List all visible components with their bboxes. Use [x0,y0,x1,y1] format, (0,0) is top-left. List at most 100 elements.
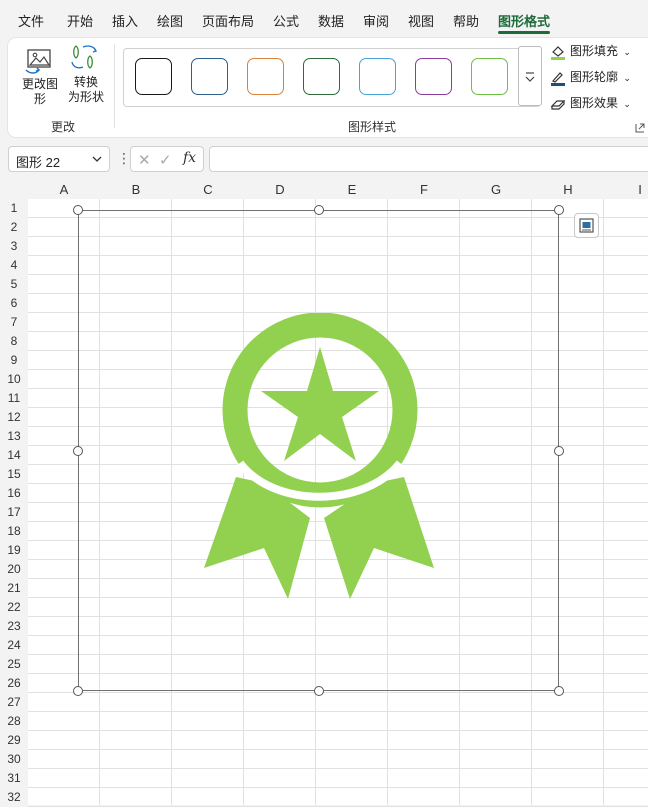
column-header[interactable]: H [532,180,604,199]
row-header[interactable]: 7 [0,313,28,332]
chevron-down-icon: ⌄ [623,99,631,109]
change-shape-button[interactable]: 更改图形 [20,46,60,107]
row-header[interactable]: 5 [0,275,28,294]
name-box[interactable]: 图形 22 [8,146,110,172]
column-header[interactable]: I [604,180,648,199]
row-header[interactable]: 16 [0,484,28,503]
shape-fill-label: 图形填充 [570,44,619,58]
row-header[interactable]: 13 [0,427,28,446]
resize-handle-bottom[interactable] [314,686,324,696]
cancel-icon[interactable]: ✕ [138,151,151,169]
column-header[interactable]: G [460,180,532,199]
row-header[interactable]: 28 [0,712,28,731]
row-header[interactable]: 22 [0,598,28,617]
row-header[interactable]: 2 [0,218,28,237]
column-header[interactable]: C [172,180,244,199]
row-header[interactable]: 3 [0,237,28,256]
row-header[interactable]: 20 [0,560,28,579]
row-header[interactable]: 8 [0,332,28,351]
shape-effects-label: 图形效果 [570,96,619,110]
tab-draw[interactable]: 绘图 [157,11,183,30]
enter-check-icon[interactable]: ✓ [159,151,172,169]
column-header[interactable]: A [28,180,100,199]
convert-label-line2: 为形状 [67,90,104,104]
row-header[interactable]: 9 [0,351,28,370]
select-all-corner[interactable] [0,180,28,199]
style-swatch-black[interactable] [135,58,172,95]
row-header[interactable]: 19 [0,541,28,560]
tab-shape-format[interactable]: 图形格式 [498,11,550,30]
row-header[interactable]: 30 [0,750,28,769]
formula-input[interactable] [209,146,648,172]
column-header[interactable]: D [244,180,316,199]
shape-fill-button[interactable]: 图形填充 ⌄ [550,42,631,60]
row-header[interactable]: 29 [0,731,28,750]
gridline [28,749,648,750]
style-swatch-purple[interactable] [415,58,452,95]
row-header[interactable]: 11 [0,389,28,408]
name-box-value: 图形 22 [16,155,61,170]
row-header[interactable]: 23 [0,617,28,636]
award-ribbon-icon[interactable] [204,313,434,599]
row-header[interactable]: 26 [0,674,28,693]
tab-help[interactable]: 帮助 [453,11,479,30]
shape-outline-label: 图形轮廓 [570,70,619,84]
resize-handle-top-right[interactable] [554,205,564,215]
style-swatch-dark-green[interactable] [303,58,340,95]
tab-file[interactable]: 文件 [18,11,44,30]
convert-to-shape-button[interactable]: 转换 为形状 [64,42,108,105]
resize-handle-right[interactable] [554,446,564,456]
row-header[interactable]: 32 [0,788,28,807]
row-header[interactable]: 4 [0,256,28,275]
shape-effects-button[interactable]: 图形效果 ⌄ [550,94,631,112]
row-header[interactable]: 25 [0,655,28,674]
tab-page-layout[interactable]: 页面布局 [202,11,254,30]
gridline [28,768,648,769]
shape-styles-gallery [123,48,541,107]
column-header[interactable]: B [100,180,172,199]
tab-formulas[interactable]: 公式 [273,11,299,30]
chevron-down-icon[interactable] [91,153,103,165]
tab-insert[interactable]: 插入 [112,11,138,30]
tab-view[interactable]: 视图 [408,11,434,30]
row-header[interactable]: 15 [0,465,28,484]
style-swatch-light-blue[interactable] [359,58,396,95]
resize-handle-bottom-right[interactable] [554,686,564,696]
row-header[interactable]: 27 [0,693,28,712]
row-header[interactable]: 1 [0,199,28,218]
column-header[interactable]: E [316,180,388,199]
style-swatch-blue[interactable] [191,58,228,95]
more-options-icon[interactable]: ⋮ [117,150,131,167]
shape-outline-button[interactable]: 图形轮廓 ⌄ [550,68,631,86]
star-icon [261,347,379,461]
row-header[interactable]: 31 [0,769,28,788]
convert-to-shape-icon [71,45,98,69]
style-swatch-green[interactable] [471,58,508,95]
resize-handle-top-left[interactable] [73,205,83,215]
row-header[interactable]: 18 [0,522,28,541]
row-header[interactable]: 21 [0,579,28,598]
layout-options-button[interactable] [574,213,599,238]
formula-buttons: ✕ ✓ fx [130,146,204,172]
tab-data[interactable]: 数据 [318,11,344,30]
insert-function-icon[interactable]: fx [183,150,196,166]
row-header[interactable]: 24 [0,636,28,655]
gridline [28,787,648,788]
tab-home[interactable]: 开始 [67,11,93,30]
resize-handle-left[interactable] [73,446,83,456]
convert-label-line1: 转换 [73,75,98,89]
resize-handle-top[interactable] [314,205,324,215]
dialog-launcher-icon[interactable] [635,123,645,133]
column-header[interactable]: F [388,180,460,199]
row-header[interactable]: 6 [0,294,28,313]
gallery-more-button[interactable] [518,46,542,106]
row-header[interactable]: 12 [0,408,28,427]
style-swatch-orange[interactable] [247,58,284,95]
change-shape-icon [25,49,51,74]
gridline [28,730,648,731]
row-header[interactable]: 14 [0,446,28,465]
resize-handle-bottom-left[interactable] [73,686,83,696]
tab-review[interactable]: 审阅 [363,11,389,30]
row-header[interactable]: 10 [0,370,28,389]
row-header[interactable]: 17 [0,503,28,522]
